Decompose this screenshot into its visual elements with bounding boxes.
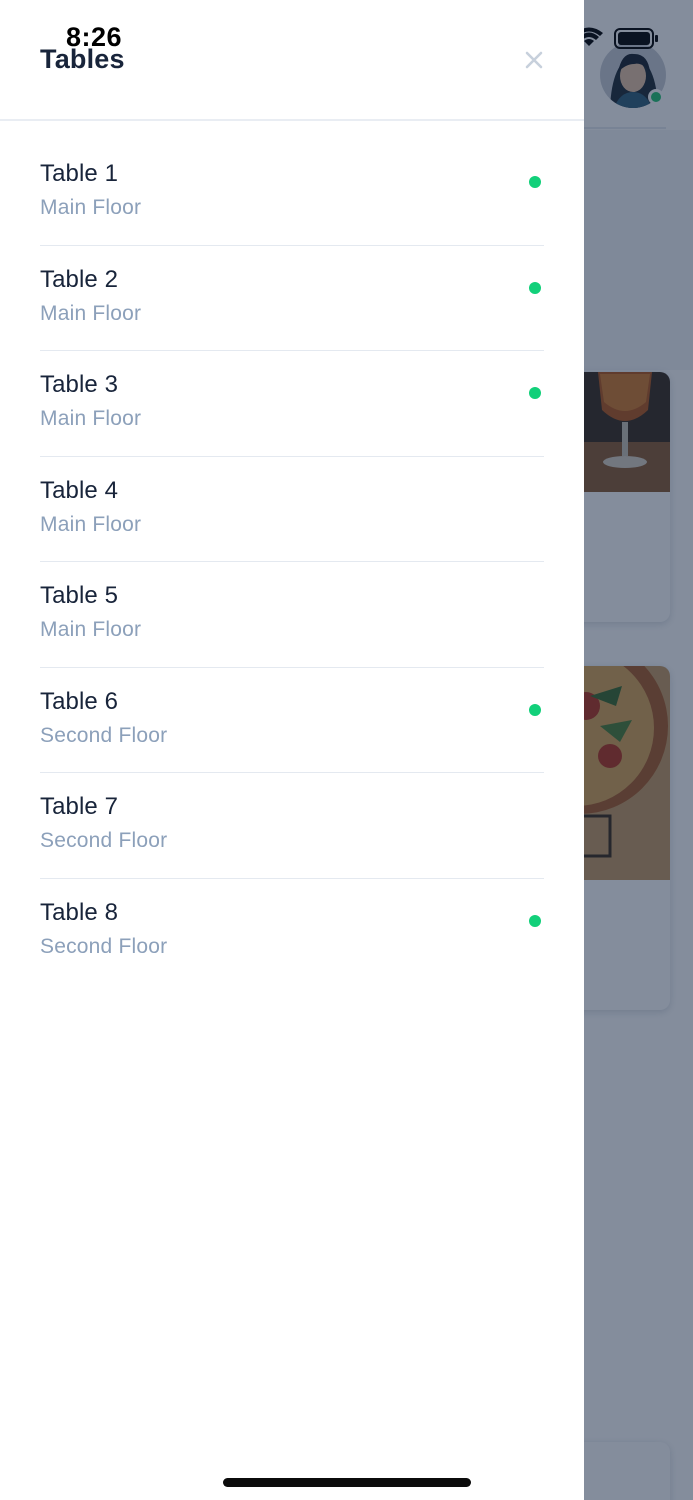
table-list-item[interactable]: Table 3 Main Floor	[40, 351, 544, 457]
table-name: Table 4	[40, 476, 119, 504]
table-list-item[interactable]: Table 4 Main Floor	[40, 457, 544, 562]
active-status-dot	[529, 281, 541, 294]
table-floor: Second Floor	[40, 934, 168, 958]
table-list-item[interactable]: Table 1 Main Floor	[40, 140, 544, 246]
close-icon	[525, 51, 543, 69]
table-floor: Main Floor	[40, 301, 142, 325]
table-name: Table 5	[40, 582, 119, 609]
status-bar-time: 8:26	[66, 22, 123, 52]
active-status-dot	[529, 914, 541, 927]
table-floor: Second Floor	[40, 723, 168, 747]
active-status-dot	[529, 387, 541, 399]
table-floor: Main Floor	[40, 618, 142, 641]
table-name: Table 6	[40, 687, 119, 715]
table-list-item[interactable]: Table 6 Second Floor	[40, 668, 544, 773]
table-list-item[interactable]: Table 8 Second Floor	[40, 879, 544, 985]
table-floor: Main Floor	[40, 196, 142, 219]
table-name: Table 7	[40, 793, 119, 820]
tables-drawer: Tables Table 1 Main Floor Table 2 Main F…	[0, 0, 584, 1500]
table-list-item[interactable]: Table 7 Second Floor	[40, 773, 544, 879]
active-status-dot	[529, 703, 541, 716]
close-button[interactable]	[520, 46, 548, 74]
table-floor: Main Floor	[40, 407, 142, 430]
active-status-dot	[529, 176, 541, 188]
table-name: Table 1	[40, 160, 119, 187]
table-name: Table 3	[40, 371, 119, 398]
table-name: Table 2	[40, 265, 119, 293]
drawer-header: Tables	[0, 0, 584, 121]
table-floor: Second Floor	[40, 829, 168, 852]
table-floor: Main Floor	[40, 512, 142, 536]
home-indicator[interactable]	[223, 1478, 471, 1487]
table-name: Table 8	[40, 898, 119, 926]
table-list-item[interactable]: Table 5 Main Floor	[40, 562, 544, 668]
table-list-item[interactable]: Table 2 Main Floor	[40, 246, 544, 351]
table-list: Table 1 Main Floor Table 2 Main Floor Ta…	[40, 140, 544, 984]
